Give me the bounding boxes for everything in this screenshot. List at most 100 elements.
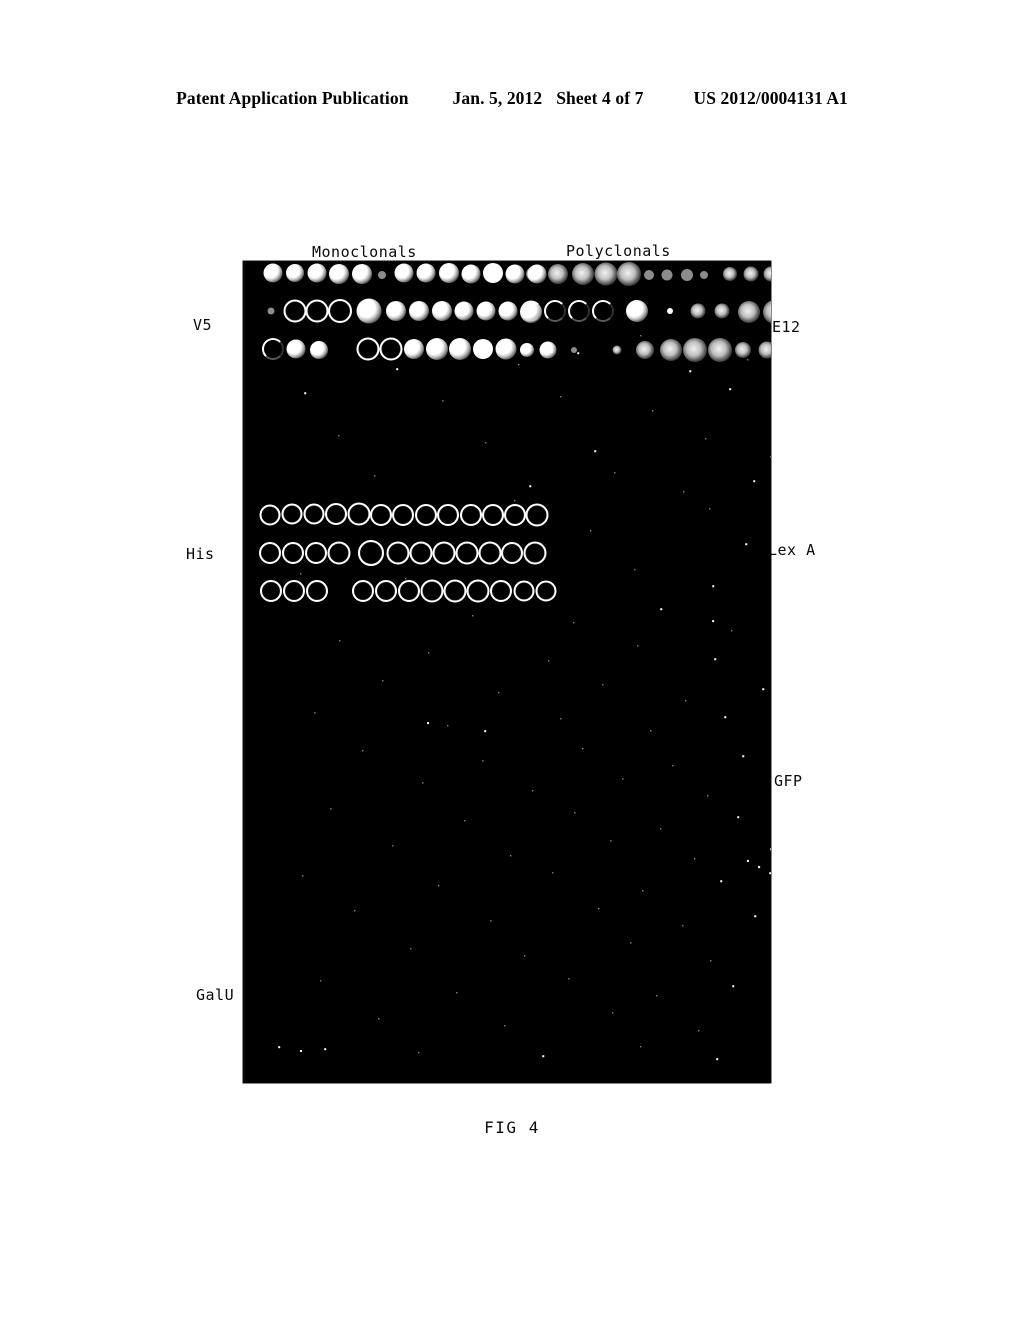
- background-speck: [498, 692, 500, 694]
- background-speck: [614, 472, 616, 474]
- blot-spot: [432, 301, 452, 321]
- background-speck: [712, 585, 714, 587]
- blot-spot: [449, 338, 471, 360]
- blot-spot: [260, 580, 282, 602]
- blot-spot: [286, 264, 304, 282]
- blot-spot: [416, 263, 436, 283]
- blot-spot: [594, 262, 618, 286]
- background-speck: [320, 980, 322, 982]
- blot-spot: [283, 299, 307, 323]
- blot-spot: [473, 339, 493, 359]
- blot-spot: [394, 263, 414, 283]
- blot-spot: [259, 504, 281, 526]
- blot-spot: [454, 301, 474, 321]
- background-speck: [640, 1046, 642, 1048]
- blot-spot: [379, 337, 403, 361]
- blot-spot: [262, 338, 284, 360]
- background-speck: [314, 712, 316, 714]
- blot-spot: [375, 580, 397, 602]
- blot-spot: [568, 300, 590, 322]
- blot-spot: [432, 541, 456, 565]
- blot-spot: [758, 341, 771, 359]
- background-speck: [685, 700, 687, 702]
- blot-spot: [763, 300, 771, 324]
- background-speck: [769, 872, 771, 874]
- blot-spot: [358, 540, 384, 566]
- blot-spot: [523, 541, 547, 565]
- background-speck: [660, 608, 662, 610]
- blot-spot: [661, 269, 673, 281]
- background-speck: [770, 456, 771, 458]
- blot-spot: [743, 266, 759, 282]
- blot-spot: [420, 579, 444, 603]
- blot-spot: [263, 263, 283, 283]
- background-speck: [640, 335, 642, 337]
- background-speck: [758, 866, 760, 868]
- background-speck: [753, 480, 755, 482]
- background-speck: [612, 1012, 614, 1014]
- background-speck: [490, 920, 492, 922]
- blot-spot: [681, 269, 693, 281]
- background-speck: [354, 910, 356, 912]
- background-speck: [737, 816, 739, 818]
- background-speck: [689, 370, 691, 372]
- blot-spot: [548, 264, 568, 284]
- blot-spot: [283, 580, 305, 602]
- blot-spot: [281, 503, 303, 525]
- background-speck: [634, 569, 636, 571]
- background-speck: [714, 658, 716, 660]
- blot-spot: [386, 541, 410, 565]
- blot-spot: [455, 541, 479, 565]
- background-speck: [682, 925, 684, 927]
- background-speck: [683, 491, 685, 493]
- background-speck: [427, 722, 429, 724]
- background-speck: [577, 352, 579, 354]
- row-label-e12: E12: [772, 318, 801, 336]
- blot-spot: [482, 504, 504, 526]
- background-speck: [338, 435, 340, 437]
- blot-spot: [325, 503, 347, 525]
- background-speck: [746, 859, 750, 863]
- blot-spot: [398, 580, 420, 602]
- background-speck: [568, 978, 570, 980]
- blot-spot: [437, 504, 459, 526]
- background-speck: [542, 1055, 544, 1057]
- background-speck: [529, 485, 531, 487]
- background-speck: [754, 915, 756, 917]
- blot-spot: [461, 264, 481, 284]
- background-speck: [745, 543, 747, 545]
- blot-spot: [525, 348, 531, 354]
- blot-spot: [513, 580, 535, 602]
- background-speck: [447, 725, 449, 727]
- background-speck: [731, 630, 733, 632]
- background-speck: [694, 858, 696, 860]
- blot-spot: [409, 541, 433, 565]
- background-speck: [610, 840, 612, 842]
- background-speck: [482, 760, 484, 762]
- blot-spot: [392, 504, 414, 526]
- blot-spot: [404, 339, 424, 359]
- background-speck: [709, 508, 711, 510]
- blot-spot: [660, 339, 682, 361]
- background-speck: [278, 1046, 280, 1048]
- blot-spot: [592, 300, 614, 322]
- background-speck: [656, 995, 658, 997]
- background-speck: [594, 450, 596, 452]
- background-speck: [428, 652, 430, 654]
- background-speck: [378, 1018, 380, 1020]
- blot-spot: [535, 580, 557, 602]
- background-speck: [382, 680, 384, 682]
- blot-spot: [310, 341, 328, 359]
- blot-spot: [259, 542, 281, 564]
- blot-spot: [644, 270, 654, 280]
- background-speck: [484, 730, 486, 732]
- background-speck: [330, 808, 332, 810]
- background-speck: [574, 812, 576, 814]
- blot-spot: [738, 301, 760, 323]
- blot-spot: [282, 542, 304, 564]
- blot-spot: [483, 263, 503, 283]
- background-speck: [304, 392, 306, 394]
- dot-blot-panel: [243, 261, 771, 1083]
- background-speck: [742, 755, 744, 757]
- background-speck: [650, 730, 652, 732]
